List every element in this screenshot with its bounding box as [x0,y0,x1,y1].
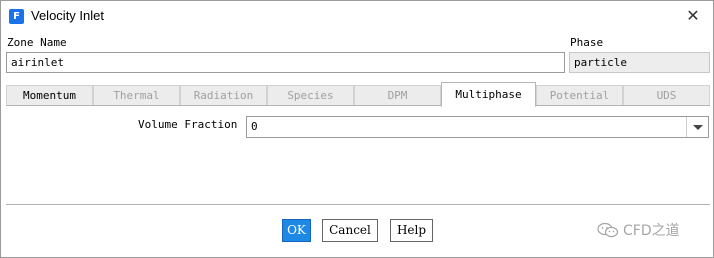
ok-button[interactable]: OK [282,219,311,242]
chevron-down-icon[interactable] [686,117,708,137]
phase-field: particle [569,52,710,73]
volume-fraction-label: Volume Fraction [138,118,238,131]
zone-name-field[interactable]: airinlet [6,52,565,73]
tab-radiation[interactable]: Radiation [180,85,267,106]
velocity-inlet-dialog: F Velocity Inlet ✕ Zone Name Phase airin… [0,0,714,258]
volume-fraction-combo[interactable]: 0 [246,116,709,138]
tab-underline [6,105,710,106]
watermark-text: CFD之道 [623,223,680,239]
fluent-app-icon: F [9,9,24,24]
title-bar: F Velocity Inlet ✕ [1,1,713,31]
tab-potential[interactable]: Potential [536,85,623,106]
tab-species[interactable]: Species [267,85,354,106]
cancel-button[interactable]: Cancel [322,219,378,242]
zone-name-label: Zone Name [7,36,67,49]
tab-dpm[interactable]: DPM [354,85,441,106]
tab-uds[interactable]: UDS [623,85,710,106]
volume-fraction-value[interactable]: 0 [251,120,258,133]
tab-thermal[interactable]: Thermal [93,85,180,106]
close-icon[interactable]: ✕ [681,5,705,27]
tab-multiphase[interactable]: Multiphase [441,82,536,107]
wechat-logo-icon [597,222,619,238]
phase-label: Phase [570,36,604,49]
tab-momentum[interactable]: Momentum [6,85,93,106]
help-button[interactable]: Help [390,219,433,242]
tab-bar: Momentum Thermal Radiation Species DPM M… [6,82,710,107]
window-title: Velocity Inlet [31,8,104,23]
watermark: CFD之道 [597,219,680,241]
button-divider [6,204,710,205]
